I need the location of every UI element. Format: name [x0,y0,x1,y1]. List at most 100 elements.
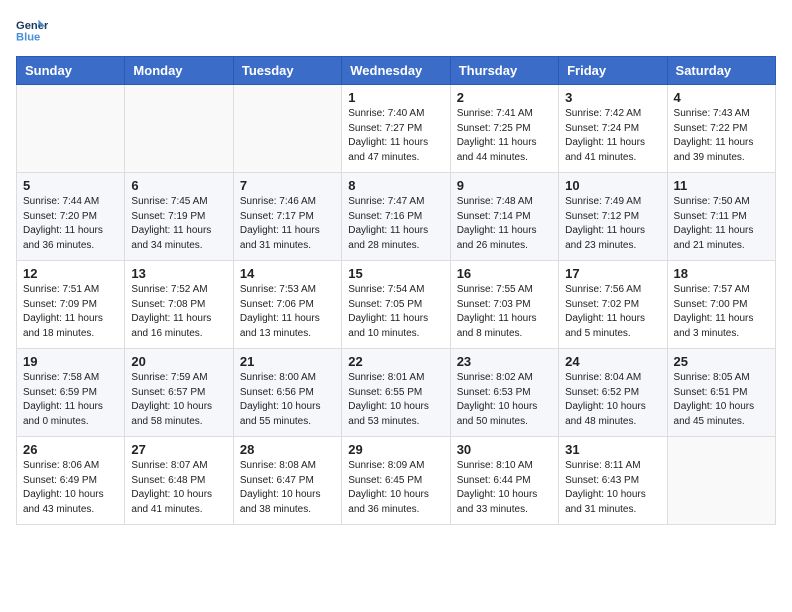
day-header-tuesday: Tuesday [233,57,341,85]
day-info: Sunrise: 7:40 AM Sunset: 7:27 PM Dayligh… [348,107,443,165]
calendar-cell: 14Sunrise: 7:53 AM Sunset: 7:06 PM Dayli… [233,261,341,349]
day-number: 25 [674,354,769,369]
day-number: 8 [348,178,443,193]
day-info: Sunrise: 7:47 AM Sunset: 7:16 PM Dayligh… [348,195,443,253]
day-number: 5 [23,178,118,193]
day-info: Sunrise: 7:41 AM Sunset: 7:25 PM Dayligh… [457,107,552,165]
calendar-cell: 9 Sunrise: 7:48 AM Sunset: 7:14 PM Daylig… [450,173,558,261]
calendar-cell: 1 Sunrise: 7:40 AM Sunset: 7:27 PM Daylig… [342,85,450,173]
day-info: Sunrise: 8:02 AM Sunset: 6:53 PM Dayligh… [457,371,552,429]
day-number: 30 [457,442,552,457]
day-info: Sunrise: 8:00 AM Sunset: 6:56 PM Dayligh… [240,371,335,429]
calendar-cell [125,85,233,173]
day-number: 16 [457,266,552,281]
calendar-cell: 2 Sunrise: 7:41 AM Sunset: 7:25 PM Daylig… [450,85,558,173]
day-number: 7 [240,178,335,193]
day-info: Sunrise: 7:58 AM Sunset: 6:59 PM Dayligh… [23,371,118,429]
calendar-cell: 17 Sunrise: 7:56 AM Sunset: 7:02 PM Dayli… [559,261,667,349]
calendar-cell: 4 Sunrise: 7:43 AM Sunset: 7:22 PM Daylig… [667,85,775,173]
day-info: Sunrise: 7:50 AM Sunset: 7:11 PM Dayligh… [674,195,769,253]
day-info: Sunrise: 7:44 AM Sunset: 7:20 PM Dayligh… [23,195,118,253]
day-info: Sunrise: 7:57 AM Sunset: 7:00 PM Dayligh… [674,283,769,341]
day-info: Sunrise: 7:49 AM Sunset: 7:12 PM Dayligh… [565,195,660,253]
day-number: 18 [674,266,769,281]
calendar-table: SundayMondayTuesdayWednesdayThursdayFrid… [16,56,776,525]
day-info: Sunrise: 7:42 AM Sunset: 7:24 PM Dayligh… [565,107,660,165]
calendar-cell: 25 Sunrise: 8:05 AM Sunset: 6:51 PM Dayli… [667,349,775,437]
day-info: Sunrise: 7:56 AM Sunset: 7:02 PM Dayligh… [565,283,660,341]
calendar-cell: 22 Sunrise: 8:01 AM Sunset: 6:55 PM Dayli… [342,349,450,437]
calendar-header-row: SundayMondayTuesdayWednesdayThursdayFrid… [17,57,776,85]
calendar-week-row: 26 Sunrise: 8:06 AM Sunset: 6:49 PM Dayli… [17,437,776,525]
calendar-cell: 26 Sunrise: 8:06 AM Sunset: 6:49 PM Dayli… [17,437,125,525]
day-number: 1 [348,90,443,105]
day-info: Sunrise: 8:09 AM Sunset: 6:45 PM Dayligh… [348,459,443,517]
day-number: 13 [131,266,226,281]
calendar-cell [17,85,125,173]
day-info: Sunrise: 8:04 AM Sunset: 6:52 PM Dayligh… [565,371,660,429]
calendar-cell: 23 Sunrise: 8:02 AM Sunset: 6:53 PM Dayli… [450,349,558,437]
day-number: 4 [674,90,769,105]
calendar-cell: 3Sunrise: 7:42 AM Sunset: 7:24 PM Daylig… [559,85,667,173]
day-info: Sunrise: 8:01 AM Sunset: 6:55 PM Dayligh… [348,371,443,429]
calendar-week-row: 5 Sunrise: 7:44 AM Sunset: 7:20 PM Daylig… [17,173,776,261]
day-number: 26 [23,442,118,457]
logo-icon: General Blue [16,16,48,44]
day-info: Sunrise: 7:46 AM Sunset: 7:17 PM Dayligh… [240,195,335,253]
calendar-cell: 15Sunrise: 7:54 AM Sunset: 7:05 PM Dayli… [342,261,450,349]
calendar-cell: 31 Sunrise: 8:11 AM Sunset: 6:43 PM Dayli… [559,437,667,525]
day-number: 27 [131,442,226,457]
day-number: 11 [674,178,769,193]
day-header-sunday: Sunday [17,57,125,85]
day-number: 20 [131,354,226,369]
calendar-cell: 20Sunrise: 7:59 AM Sunset: 6:57 PM Dayli… [125,349,233,437]
day-number: 9 [457,178,552,193]
day-header-saturday: Saturday [667,57,775,85]
calendar-cell: 18 Sunrise: 7:57 AM Sunset: 7:00 PM Dayli… [667,261,775,349]
calendar-cell: 10 Sunrise: 7:49 AM Sunset: 7:12 PM Dayli… [559,173,667,261]
calendar-cell: 12Sunrise: 7:51 AM Sunset: 7:09 PM Dayli… [17,261,125,349]
day-number: 19 [23,354,118,369]
calendar-cell: 29Sunrise: 8:09 AM Sunset: 6:45 PM Dayli… [342,437,450,525]
day-info: Sunrise: 7:52 AM Sunset: 7:08 PM Dayligh… [131,283,226,341]
day-number: 10 [565,178,660,193]
calendar-week-row: 12Sunrise: 7:51 AM Sunset: 7:09 PM Dayli… [17,261,776,349]
calendar-cell: 19 Sunrise: 7:58 AM Sunset: 6:59 PM Dayli… [17,349,125,437]
calendar-cell: 21 Sunrise: 8:00 AM Sunset: 6:56 PM Dayli… [233,349,341,437]
day-number: 2 [457,90,552,105]
calendar-cell: 5 Sunrise: 7:44 AM Sunset: 7:20 PM Daylig… [17,173,125,261]
day-header-friday: Friday [559,57,667,85]
day-number: 24 [565,354,660,369]
day-header-wednesday: Wednesday [342,57,450,85]
day-number: 12 [23,266,118,281]
logo: General Blue [16,16,56,44]
day-number: 21 [240,354,335,369]
day-number: 17 [565,266,660,281]
day-info: Sunrise: 7:45 AM Sunset: 7:19 PM Dayligh… [131,195,226,253]
day-number: 28 [240,442,335,457]
page-header: General Blue [16,16,776,44]
day-number: 22 [348,354,443,369]
day-info: Sunrise: 7:55 AM Sunset: 7:03 PM Dayligh… [457,283,552,341]
calendar-week-row: 1 Sunrise: 7:40 AM Sunset: 7:27 PM Daylig… [17,85,776,173]
calendar-cell: 16 Sunrise: 7:55 AM Sunset: 7:03 PM Dayli… [450,261,558,349]
day-info: Sunrise: 8:08 AM Sunset: 6:47 PM Dayligh… [240,459,335,517]
day-info: Sunrise: 8:06 AM Sunset: 6:49 PM Dayligh… [23,459,118,517]
calendar-cell: 11 Sunrise: 7:50 AM Sunset: 7:11 PM Dayli… [667,173,775,261]
calendar-cell: 27Sunrise: 8:07 AM Sunset: 6:48 PM Dayli… [125,437,233,525]
calendar-cell: 28 Sunrise: 8:08 AM Sunset: 6:47 PM Dayli… [233,437,341,525]
calendar-cell: 30 Sunrise: 8:10 AM Sunset: 6:44 PM Dayli… [450,437,558,525]
day-info: Sunrise: 7:48 AM Sunset: 7:14 PM Dayligh… [457,195,552,253]
day-number: 31 [565,442,660,457]
calendar-cell: 24 Sunrise: 8:04 AM Sunset: 6:52 PM Dayli… [559,349,667,437]
day-number: 14 [240,266,335,281]
day-info: Sunrise: 8:05 AM Sunset: 6:51 PM Dayligh… [674,371,769,429]
calendar-cell: 6Sunrise: 7:45 AM Sunset: 7:19 PM Daylig… [125,173,233,261]
day-header-monday: Monday [125,57,233,85]
day-number: 15 [348,266,443,281]
day-number: 23 [457,354,552,369]
day-header-thursday: Thursday [450,57,558,85]
day-info: Sunrise: 8:11 AM Sunset: 6:43 PM Dayligh… [565,459,660,517]
day-info: Sunrise: 8:10 AM Sunset: 6:44 PM Dayligh… [457,459,552,517]
day-info: Sunrise: 7:43 AM Sunset: 7:22 PM Dayligh… [674,107,769,165]
